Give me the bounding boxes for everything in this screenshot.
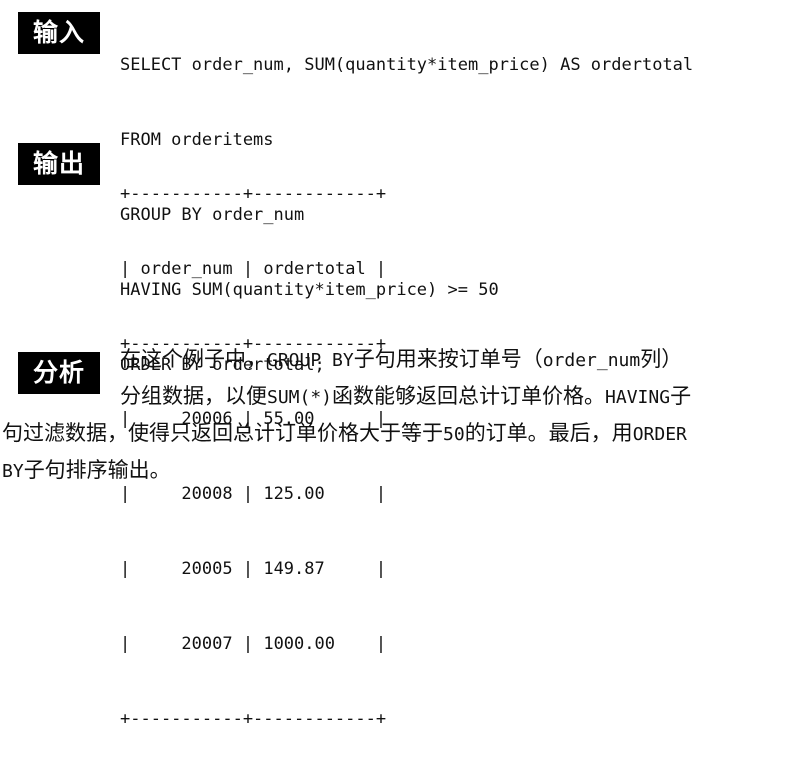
cell-ordertotal: 1000.00 [263,634,335,654]
table-row: | 20007 | 1000.00 | [120,634,387,654]
table-header-row: | order_num | ordertotal | [120,259,387,279]
cell-ordertotal: 149.87 [263,559,325,579]
table-border: +-----------+------------+ [120,184,387,204]
cell-ordertotal: 125.00 [263,484,325,504]
table-border: +-----------+------------+ [120,709,387,729]
analysis-line-4: BY子句排序输出。 [2,458,171,482]
cell-order-num: 20008 [181,484,233,504]
output-label: 输出 [18,143,100,185]
cell-order-num: 20007 [181,634,233,654]
table-row: | 20005 | 149.87 | [120,559,387,579]
column-header-order-num: order_num [140,259,233,279]
analysis-line-2: 分组数据，以便SUM(*)函数能够返回总计订单价格。HAVING子 [120,384,692,408]
analysis-line-1: 在这个例子中，GROUP BY子句用来按订单号（order_num列） [120,347,683,371]
cell-order-num: 20005 [181,559,233,579]
sql-line: SELECT order_num, SUM(quantity*item_pric… [120,55,694,75]
input-label: 输入 [18,12,100,54]
analysis-line-3: 句过滤数据，使得只返回总计订单价格大于等于50的订单。最后，用ORDER [2,421,687,445]
column-header-ordertotal: ordertotal [263,259,366,279]
analysis-label: 分析 [18,352,100,394]
